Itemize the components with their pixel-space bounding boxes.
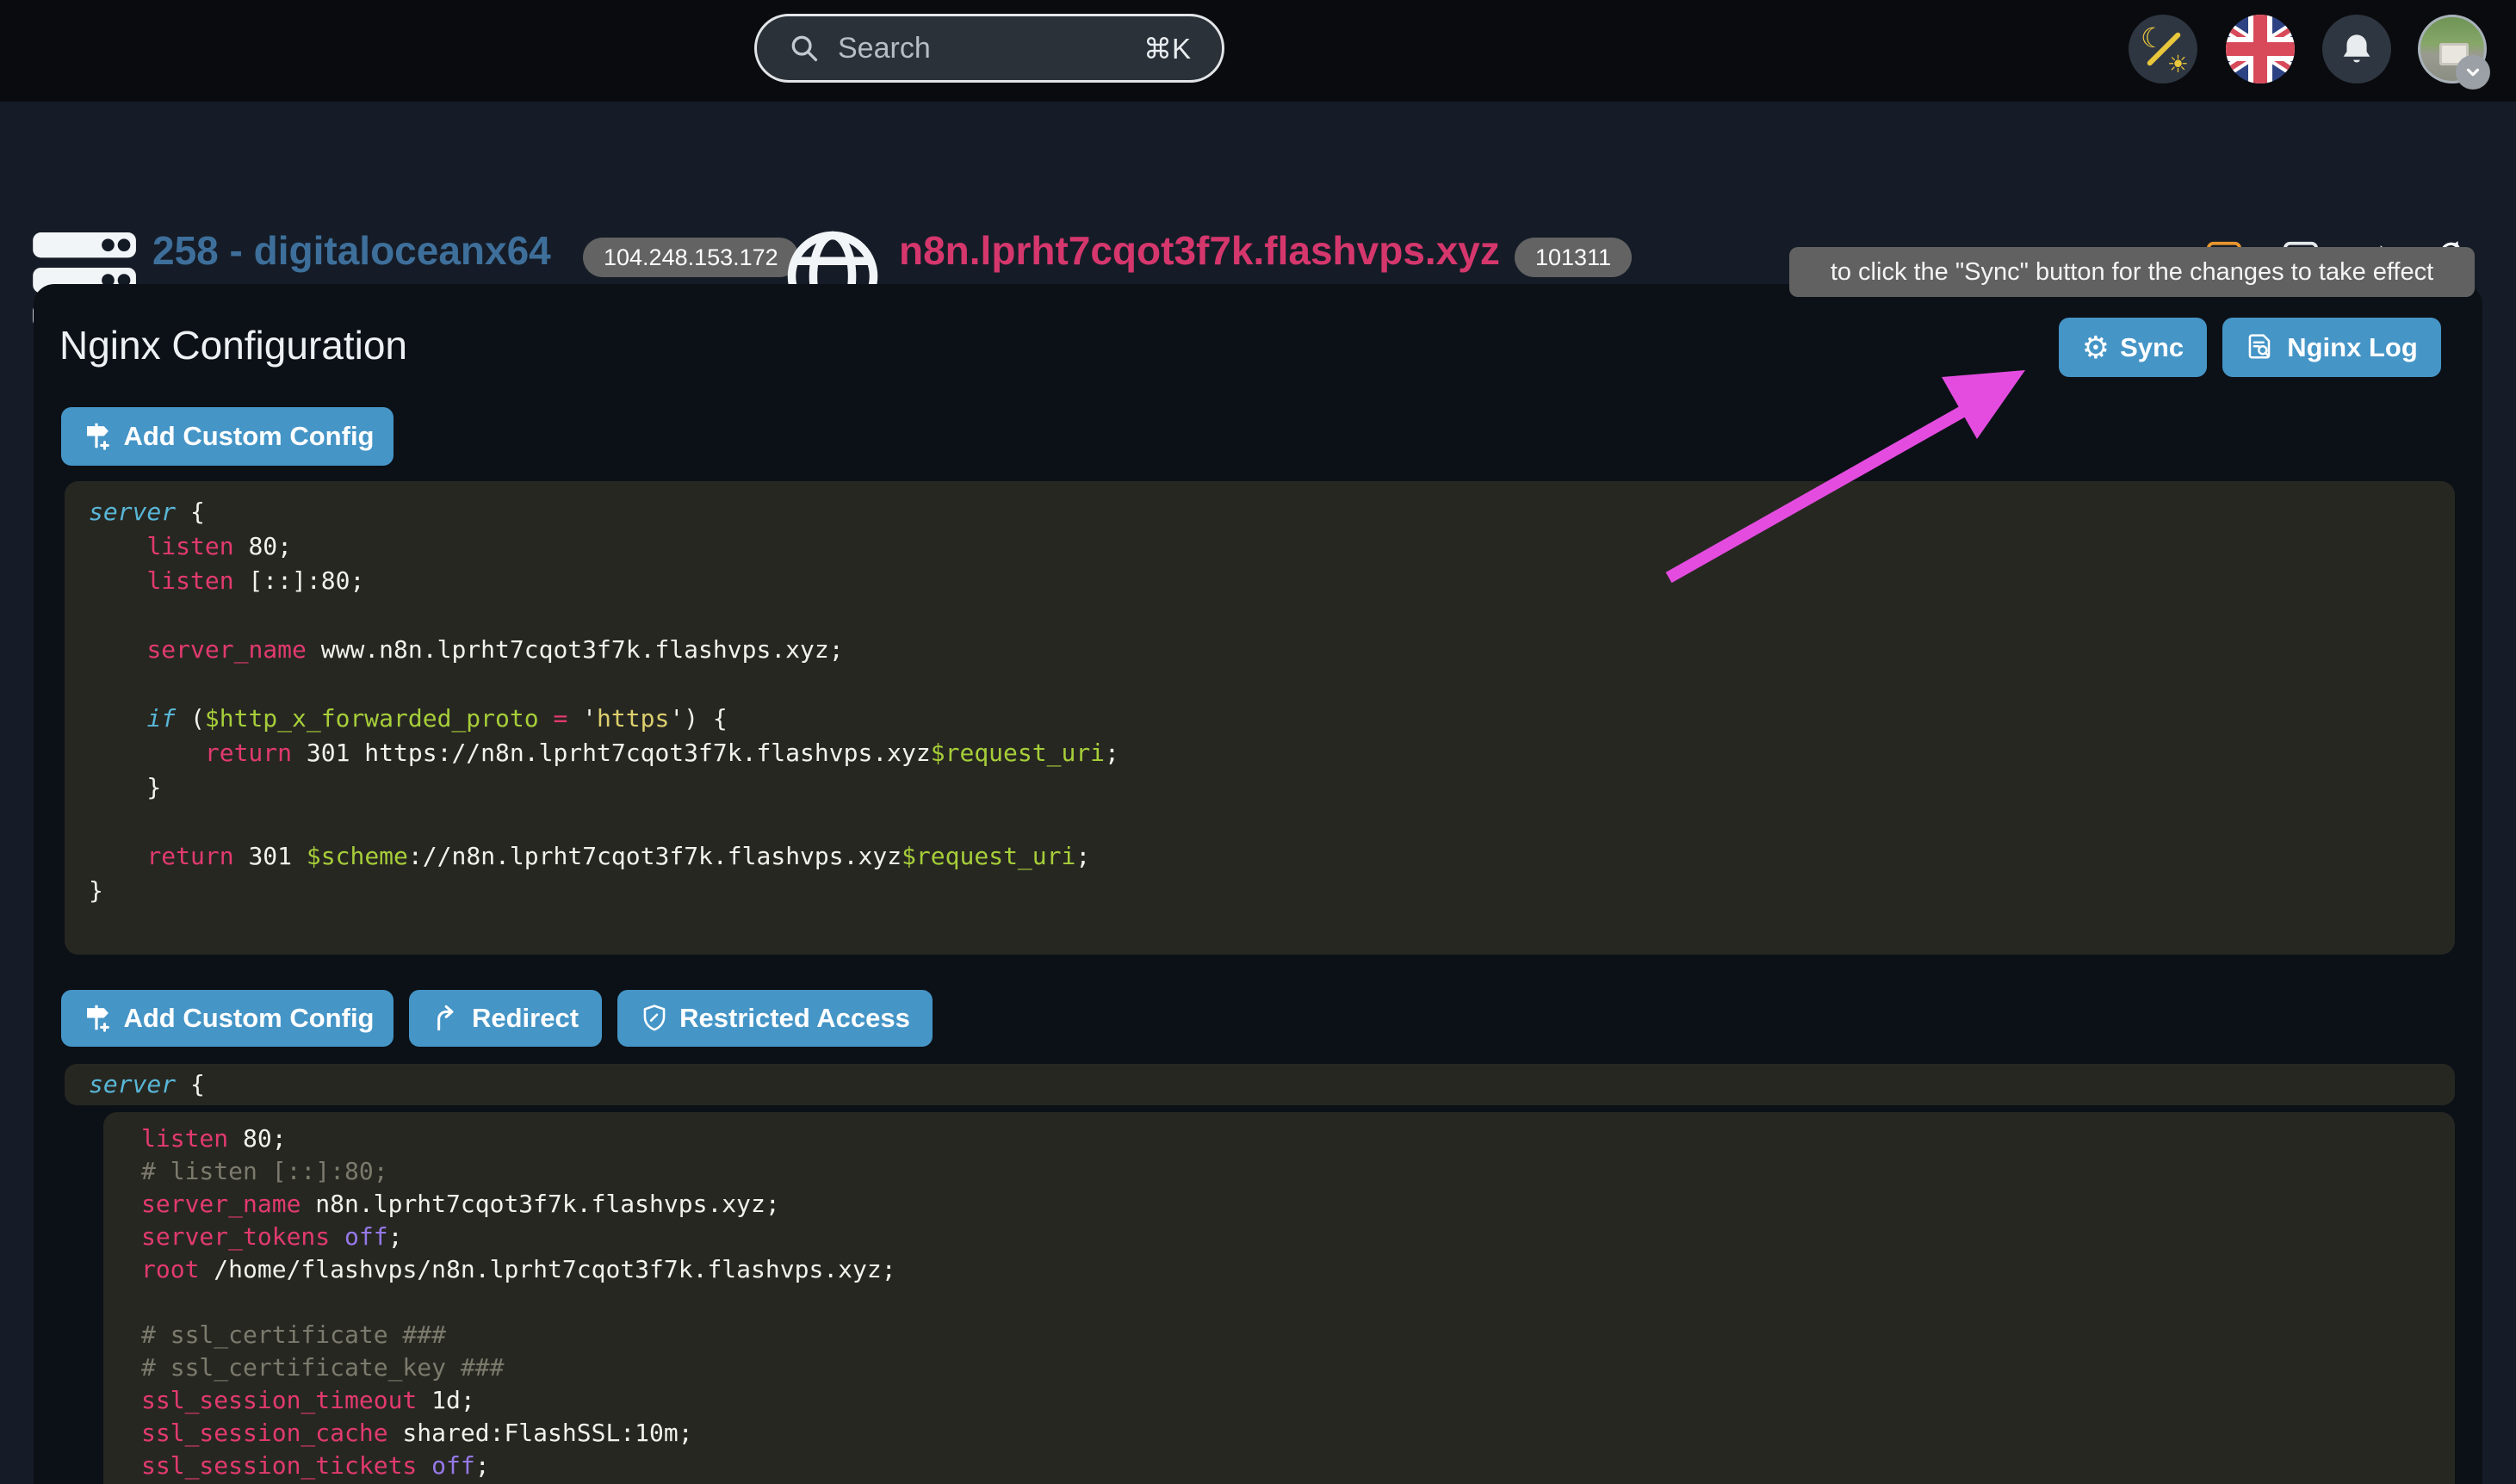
- code-line: listen 80;: [89, 529, 2455, 564]
- search-input[interactable]: Search ⌘K: [754, 14, 1224, 83]
- redirect-button[interactable]: Redirect: [409, 990, 602, 1047]
- code-line: server_name www.n8n.lprht7cqot3f7k.flash…: [89, 633, 2455, 667]
- notifications-button[interactable]: [2322, 15, 2391, 83]
- nginx-config-editor-1[interactable]: server { listen 80; listen [::]:80; serv…: [65, 481, 2455, 955]
- code-line: # ssl_certificate_key ###: [141, 1351, 2455, 1384]
- sync-button[interactable]: ⚙ Sync: [2059, 318, 2207, 377]
- redirect-button-label: Redirect: [472, 1003, 579, 1034]
- page: Search ⌘K ☾ ☀: [0, 0, 2516, 1484]
- code-line: if ($http_x_forwarded_proto = 'https') {: [89, 702, 2455, 736]
- search-shortcut: ⌘K: [1143, 32, 1191, 65]
- code-line: # listen [::]:80;: [141, 1155, 2455, 1188]
- code-line: server_name n8n.lprht7cqot3f7k.flashvps.…: [141, 1188, 2455, 1221]
- chevron-down-icon: [2463, 63, 2482, 82]
- signpost-plus-icon: [80, 1001, 113, 1036]
- shield-edit-icon: [640, 1002, 669, 1035]
- language-flag-button[interactable]: [2226, 15, 2295, 83]
- restricted-access-button[interactable]: Restricted Access: [617, 990, 933, 1047]
- site-domain-title[interactable]: n8n.lprht7cqot3f7k.flashvps.xyz: [899, 227, 1500, 274]
- page-title: Nginx Configuration: [59, 322, 407, 368]
- server-ip-badge: 104.248.153.172: [583, 238, 799, 277]
- signpost-plus-icon: [80, 419, 113, 454]
- code-line: listen [::]:80;: [89, 564, 2455, 598]
- code-line: listen 80;: [141, 1122, 2455, 1155]
- avatar-menu-button[interactable]: [2456, 55, 2490, 90]
- restricted-access-label: Restricted Access: [679, 1003, 910, 1034]
- nginx-config-editor-2[interactable]: listen 80;# listen [::]:80;server_name n…: [103, 1112, 2455, 1484]
- add-custom-config-button[interactable]: Add Custom Config: [61, 407, 394, 466]
- log-search-icon: [2246, 331, 2277, 364]
- server-title[interactable]: 258 - digitaloceanx64: [152, 227, 551, 274]
- code-line: ssl_session_cache shared:FlashSSL:10m;: [141, 1417, 2455, 1450]
- sync-button-label: Sync: [2120, 332, 2184, 363]
- add-custom-config-label-2: Add Custom Config: [123, 1003, 374, 1034]
- gear-sync-icon: ⚙: [2082, 332, 2110, 363]
- code-line: ssl_session_timeout 1d;: [141, 1384, 2455, 1417]
- nginx-log-button[interactable]: Nginx Log: [2222, 318, 2441, 377]
- search-placeholder: Search: [838, 32, 931, 65]
- search-icon: [788, 32, 821, 65]
- theme-toggle-button[interactable]: ☾ ☀: [2129, 15, 2197, 83]
- code-line: return 301 $scheme://n8n.lprht7cqot3f7k.…: [89, 839, 2455, 874]
- sun-icon: ☀: [2167, 50, 2189, 78]
- code-line: # ssl_certificate ###: [141, 1319, 2455, 1351]
- code-line: }: [89, 874, 2455, 908]
- code-line: [89, 805, 2455, 839]
- add-custom-config-button-2[interactable]: Add Custom Config: [61, 990, 394, 1047]
- code-line: ssl_session_tickets off;: [141, 1450, 2455, 1482]
- code-line: server {: [89, 1064, 2455, 1105]
- code-line: [89, 667, 2455, 702]
- code-line: server_tokens off;: [141, 1221, 2455, 1253]
- code-line: return 301 https://n8n.lprht7cqot3f7k.fl…: [89, 736, 2455, 770]
- code-line: server {: [89, 495, 2455, 529]
- add-custom-config-label: Add Custom Config: [123, 421, 374, 452]
- top-bar: Search ⌘K ☾ ☀: [0, 0, 2516, 102]
- nginx-log-button-label: Nginx Log: [2287, 332, 2418, 363]
- sync-tooltip: to click the "Sync" button for the chang…: [1789, 247, 2475, 297]
- code-line: [141, 1286, 2455, 1319]
- bell-icon: [2339, 31, 2375, 67]
- code-line: [89, 598, 2455, 633]
- nginx-config-editor-2-header[interactable]: server {: [65, 1064, 2455, 1105]
- redirect-arrow-icon: [432, 1003, 462, 1034]
- site-id-badge: 101311: [1515, 238, 1632, 277]
- code-line: root /home/flashvps/n8n.lprht7cqot3f7k.f…: [141, 1253, 2455, 1286]
- code-line: }: [89, 770, 2455, 805]
